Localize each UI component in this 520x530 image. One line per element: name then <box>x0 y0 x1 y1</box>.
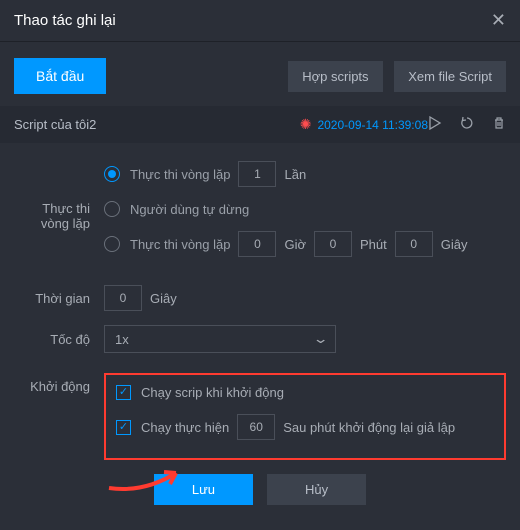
refresh-icon[interactable] <box>460 116 474 133</box>
footer-buttons: Lưu Hủy <box>14 474 506 505</box>
loop-minutes-input[interactable] <box>314 231 352 257</box>
trash-icon[interactable] <box>492 116 506 133</box>
cancel-button[interactable]: Hủy <box>267 474 366 505</box>
settings-panel: Thực thi vòng lặp Thực thi vòng lặp Lần … <box>0 143 520 519</box>
loop-opt-times[interactable]: Thực thi vòng lặp Lần <box>104 161 506 187</box>
dialog-header: Thao tác ghi lại ✕ <box>0 0 520 42</box>
merge-scripts-button[interactable]: Hợp scripts <box>288 61 382 92</box>
startup-minutes-input[interactable] <box>237 414 275 440</box>
radio-checked-icon[interactable] <box>104 166 120 182</box>
loop-hours-input[interactable] <box>238 231 276 257</box>
play-icon[interactable] <box>428 116 442 133</box>
startup-run-script[interactable]: ✓ Chạy scrip khi khởi động <box>116 385 494 400</box>
loop-seconds-input[interactable] <box>395 231 433 257</box>
script-date: 2020-09-14 11:39:08 <box>317 118 428 132</box>
radio-unchecked-icon[interactable] <box>104 201 120 217</box>
script-name: Script của tôi2 <box>14 117 96 132</box>
startup-restart[interactable]: ✓ Chạy thực hiện Sau phút khởi động lại … <box>116 414 494 440</box>
speed-select[interactable]: 1x ⌄ <box>104 325 336 353</box>
chevron-down-icon: ⌄ <box>313 331 328 347</box>
highlight-box: ✓ Chạy scrip khi khởi động ✓ Chạy thực h… <box>104 373 506 460</box>
dialog-title: Thao tác ghi lại <box>14 12 116 29</box>
time-label: Thời gian <box>14 291 104 306</box>
toolbar: Bắt đầu Hợp scripts Xem file Script <box>0 42 520 106</box>
checkbox-checked-icon[interactable]: ✓ <box>116 385 131 400</box>
gear-icon: ✺ <box>300 116 312 133</box>
checkbox-checked-icon[interactable]: ✓ <box>116 420 131 435</box>
startup-label: Khởi động <box>14 367 104 394</box>
close-icon[interactable]: ✕ <box>491 10 506 31</box>
loop-times-input[interactable] <box>238 161 276 187</box>
speed-label: Tốc độ <box>14 332 104 347</box>
start-button[interactable]: Bắt đầu <box>14 58 106 94</box>
loop-opt-duration[interactable]: Thực thi vòng lặp Giờ Phút Giây <box>104 231 506 257</box>
time-input[interactable] <box>104 285 142 311</box>
save-button[interactable]: Lưu <box>154 474 253 505</box>
script-row[interactable]: Script của tôi2 ✺ 2020-09-14 11:39:08 <box>0 106 520 143</box>
loop-opt-manual[interactable]: Người dùng tự dừng <box>104 201 506 217</box>
loop-label: Thực thi vòng lặp <box>14 201 104 231</box>
view-script-button[interactable]: Xem file Script <box>394 61 506 92</box>
radio-unchecked-icon[interactable] <box>104 236 120 252</box>
